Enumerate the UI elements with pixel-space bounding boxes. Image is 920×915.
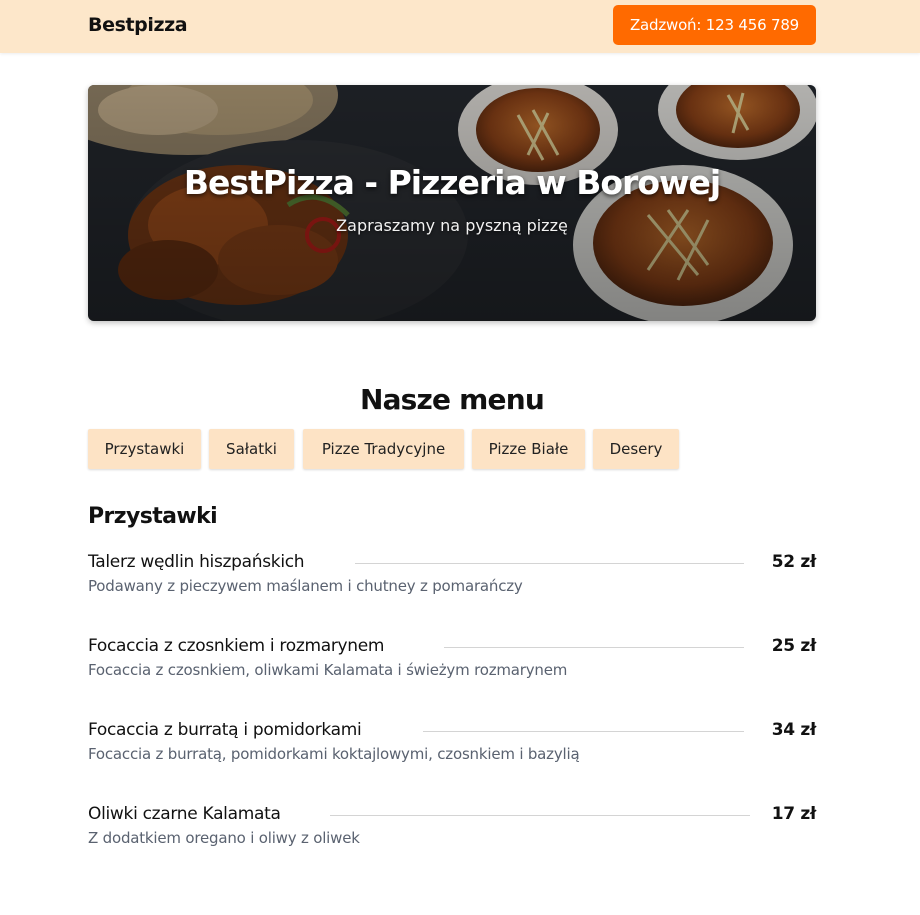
- menu-item: Oliwki czarne Kalamata 17 zł Z dodatkiem…: [88, 804, 816, 864]
- menu-item-description: Focaccia z burratą, pomidorkami koktajlo…: [88, 745, 580, 763]
- dotted-leader: [444, 647, 744, 648]
- hero-title: BestPizza - Pizzeria w Borowej: [183, 163, 721, 202]
- dotted-leader: [423, 731, 744, 732]
- menu-item-description: Focaccia z czosnkiem, oliwkami Kalamata …: [88, 661, 568, 679]
- hero-food-image: [88, 85, 816, 321]
- dotted-leader: [355, 563, 744, 564]
- tab-przystawki[interactable]: Przystawki: [88, 429, 201, 469]
- menu-title: Nasze menu: [359, 383, 545, 416]
- menu-item: Focaccia z czosnkiem i rozmarynem 25 zł …: [88, 636, 816, 696]
- tab-pizze-tradycyjne[interactable]: Pizze Tradycyjne: [303, 429, 464, 469]
- site-header: Bestpizza Zadzwoń: 123 456 789: [0, 0, 920, 53]
- menu-item-price: 25 zł: [771, 636, 817, 656]
- menu-item: Focaccia z burratą i pomidorkami 34 zł F…: [88, 720, 816, 780]
- tab-pizze-biale[interactable]: Pizze Białe: [472, 429, 585, 469]
- menu-item-name: Talerz wędlin hiszpańskich: [88, 552, 305, 572]
- section-title: Przystawki: [88, 504, 218, 529]
- tab-salatki[interactable]: Sałatki: [209, 429, 294, 469]
- menu-item-price: 17 zł: [771, 804, 817, 824]
- hero-subtitle: Zapraszamy na pyszną pizzę: [336, 216, 568, 235]
- menu-item-description: Podawany z pieczywem maślanem i chutney …: [88, 577, 523, 595]
- menu-item-name: Focaccia z czosnkiem i rozmarynem: [88, 636, 385, 656]
- menu-item-price: 52 zł: [771, 552, 817, 572]
- menu-item-name: Oliwki czarne Kalamata: [88, 804, 281, 824]
- menu-item: Talerz wędlin hiszpańskich 52 zł Podawan…: [88, 552, 816, 612]
- menu-item-name: Focaccia z burratą i pomidorkami: [88, 720, 362, 740]
- tab-desery[interactable]: Desery: [593, 429, 679, 469]
- menu-item-price: 34 zł: [771, 720, 817, 740]
- site-logo[interactable]: Bestpizza: [88, 14, 188, 36]
- menu-item-description: Z dodatkiem oregano i oliwy z oliwek: [88, 829, 360, 847]
- dotted-leader: [330, 815, 750, 816]
- hero-banner: BestPizza - Pizzeria w Borowej Zapraszam…: [88, 85, 816, 321]
- call-button[interactable]: Zadzwoń: 123 456 789: [613, 5, 816, 45]
